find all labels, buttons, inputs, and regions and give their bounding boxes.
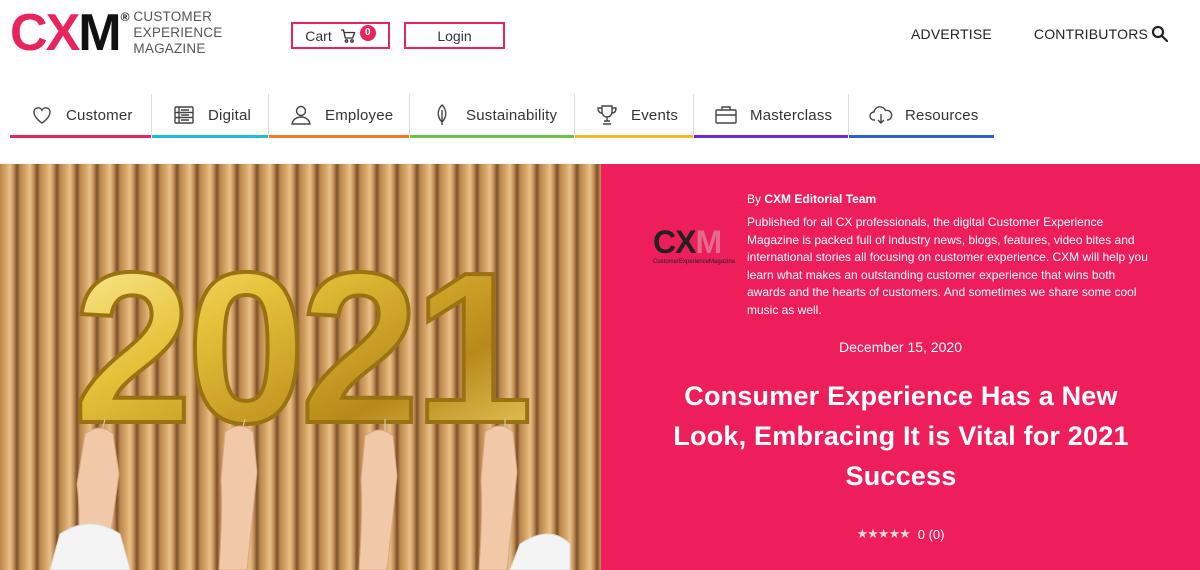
logo-line-1: CUSTOMER — [133, 9, 213, 24]
logo-registered-mark: ® — [120, 10, 130, 24]
article-rating: ★★★★★ 0 (0) — [601, 526, 1200, 542]
logo-line-3: MAGAZINE — [133, 41, 206, 56]
search-icon[interactable] — [1151, 25, 1169, 43]
heart-icon — [33, 107, 51, 124]
article-info-panel: CXM CustomerExperienceMagazine By CXM Ed… — [601, 164, 1200, 570]
category-masterclass[interactable]: Masterclass — [694, 94, 849, 138]
category-label: Employee — [325, 106, 394, 124]
category-underline — [694, 135, 848, 138]
category-underline — [410, 135, 574, 138]
category-underline — [10, 135, 151, 138]
category-resources[interactable]: Resources — [849, 94, 994, 138]
logo-line-2: EXPERIENCE — [133, 25, 223, 40]
cart-label: Cart — [305, 27, 332, 44]
balloon-digits: 2021 — [73, 227, 528, 468]
author-logo-caption: CustomerExperienceMagazine — [653, 259, 736, 265]
leaf-icon — [437, 104, 447, 125]
top-links: ADVERTISE CONTRIBUTORS — [911, 26, 1148, 42]
category-label: Digital — [208, 106, 252, 124]
byline-prefix: By — [747, 192, 762, 206]
star-rating-icon[interactable]: ★★★★★ — [856, 526, 910, 542]
category-underline — [269, 135, 409, 138]
trophy-icon — [597, 105, 617, 125]
author-bio: Published for all CX professionals, the … — [747, 215, 1148, 317]
category-customer[interactable]: Customer — [10, 94, 152, 138]
author-logo: CXM CustomerExperienceMagazine — [653, 224, 736, 270]
category-sustainability[interactable]: Sustainability — [410, 94, 575, 138]
login-button[interactable]: Login — [404, 22, 505, 49]
site-logo[interactable]: CXM ® CUSTOMER EXPERIENCE MAGAZINE — [10, 4, 222, 62]
article-date: December 15, 2020 — [839, 339, 962, 355]
contributors-link[interactable]: CONTRIBUTORS — [1034, 26, 1148, 42]
category-underline — [849, 135, 994, 138]
author-name[interactable]: CXM Editorial Team — [764, 192, 876, 206]
site-header: CXM ® CUSTOMER EXPERIENCE MAGAZINE Cart … — [0, 0, 1200, 78]
cloud-download-icon — [869, 106, 893, 124]
rating-count: 0 (0) — [917, 526, 945, 542]
category-label: Resources — [905, 106, 979, 124]
balloons-illustration: 2021 — [49, 225, 571, 570]
category-underline — [575, 135, 693, 138]
featured-article[interactable]: 2021 CXM CustomerExperienceMagazine By C… — [0, 164, 1200, 570]
logo-wordmark: CUSTOMER EXPERIENCE MAGAZINE — [133, 9, 222, 57]
cart-icon — [340, 28, 356, 43]
category-events[interactable]: Events — [575, 94, 694, 138]
category-label: Masterclass — [750, 106, 833, 124]
cart-button[interactable]: Cart 0 — [291, 22, 390, 49]
category-label: Customer — [66, 106, 133, 124]
category-nav: Customer Digital Employee Sustainability… — [10, 94, 994, 138]
author-logo-mark: CXM — [653, 224, 722, 260]
logo-mark: CXM — [10, 4, 122, 62]
person-icon — [291, 105, 311, 125]
advertise-link[interactable]: ADVERTISE — [911, 26, 992, 42]
server-icon — [174, 106, 194, 124]
article-title[interactable]: Consumer Experience Has a New Look, Embr… — [661, 376, 1141, 496]
byline: By CXM Editorial Team — [747, 192, 876, 206]
briefcase-icon — [715, 106, 737, 124]
category-digital[interactable]: Digital — [152, 94, 269, 138]
category-employee[interactable]: Employee — [269, 94, 410, 138]
article-image[interactable]: 2021 — [0, 164, 601, 570]
category-label: Events — [631, 106, 679, 124]
cart-count-badge: 0 — [359, 24, 376, 41]
category-underline — [152, 135, 268, 138]
category-label: Sustainability — [466, 106, 558, 124]
